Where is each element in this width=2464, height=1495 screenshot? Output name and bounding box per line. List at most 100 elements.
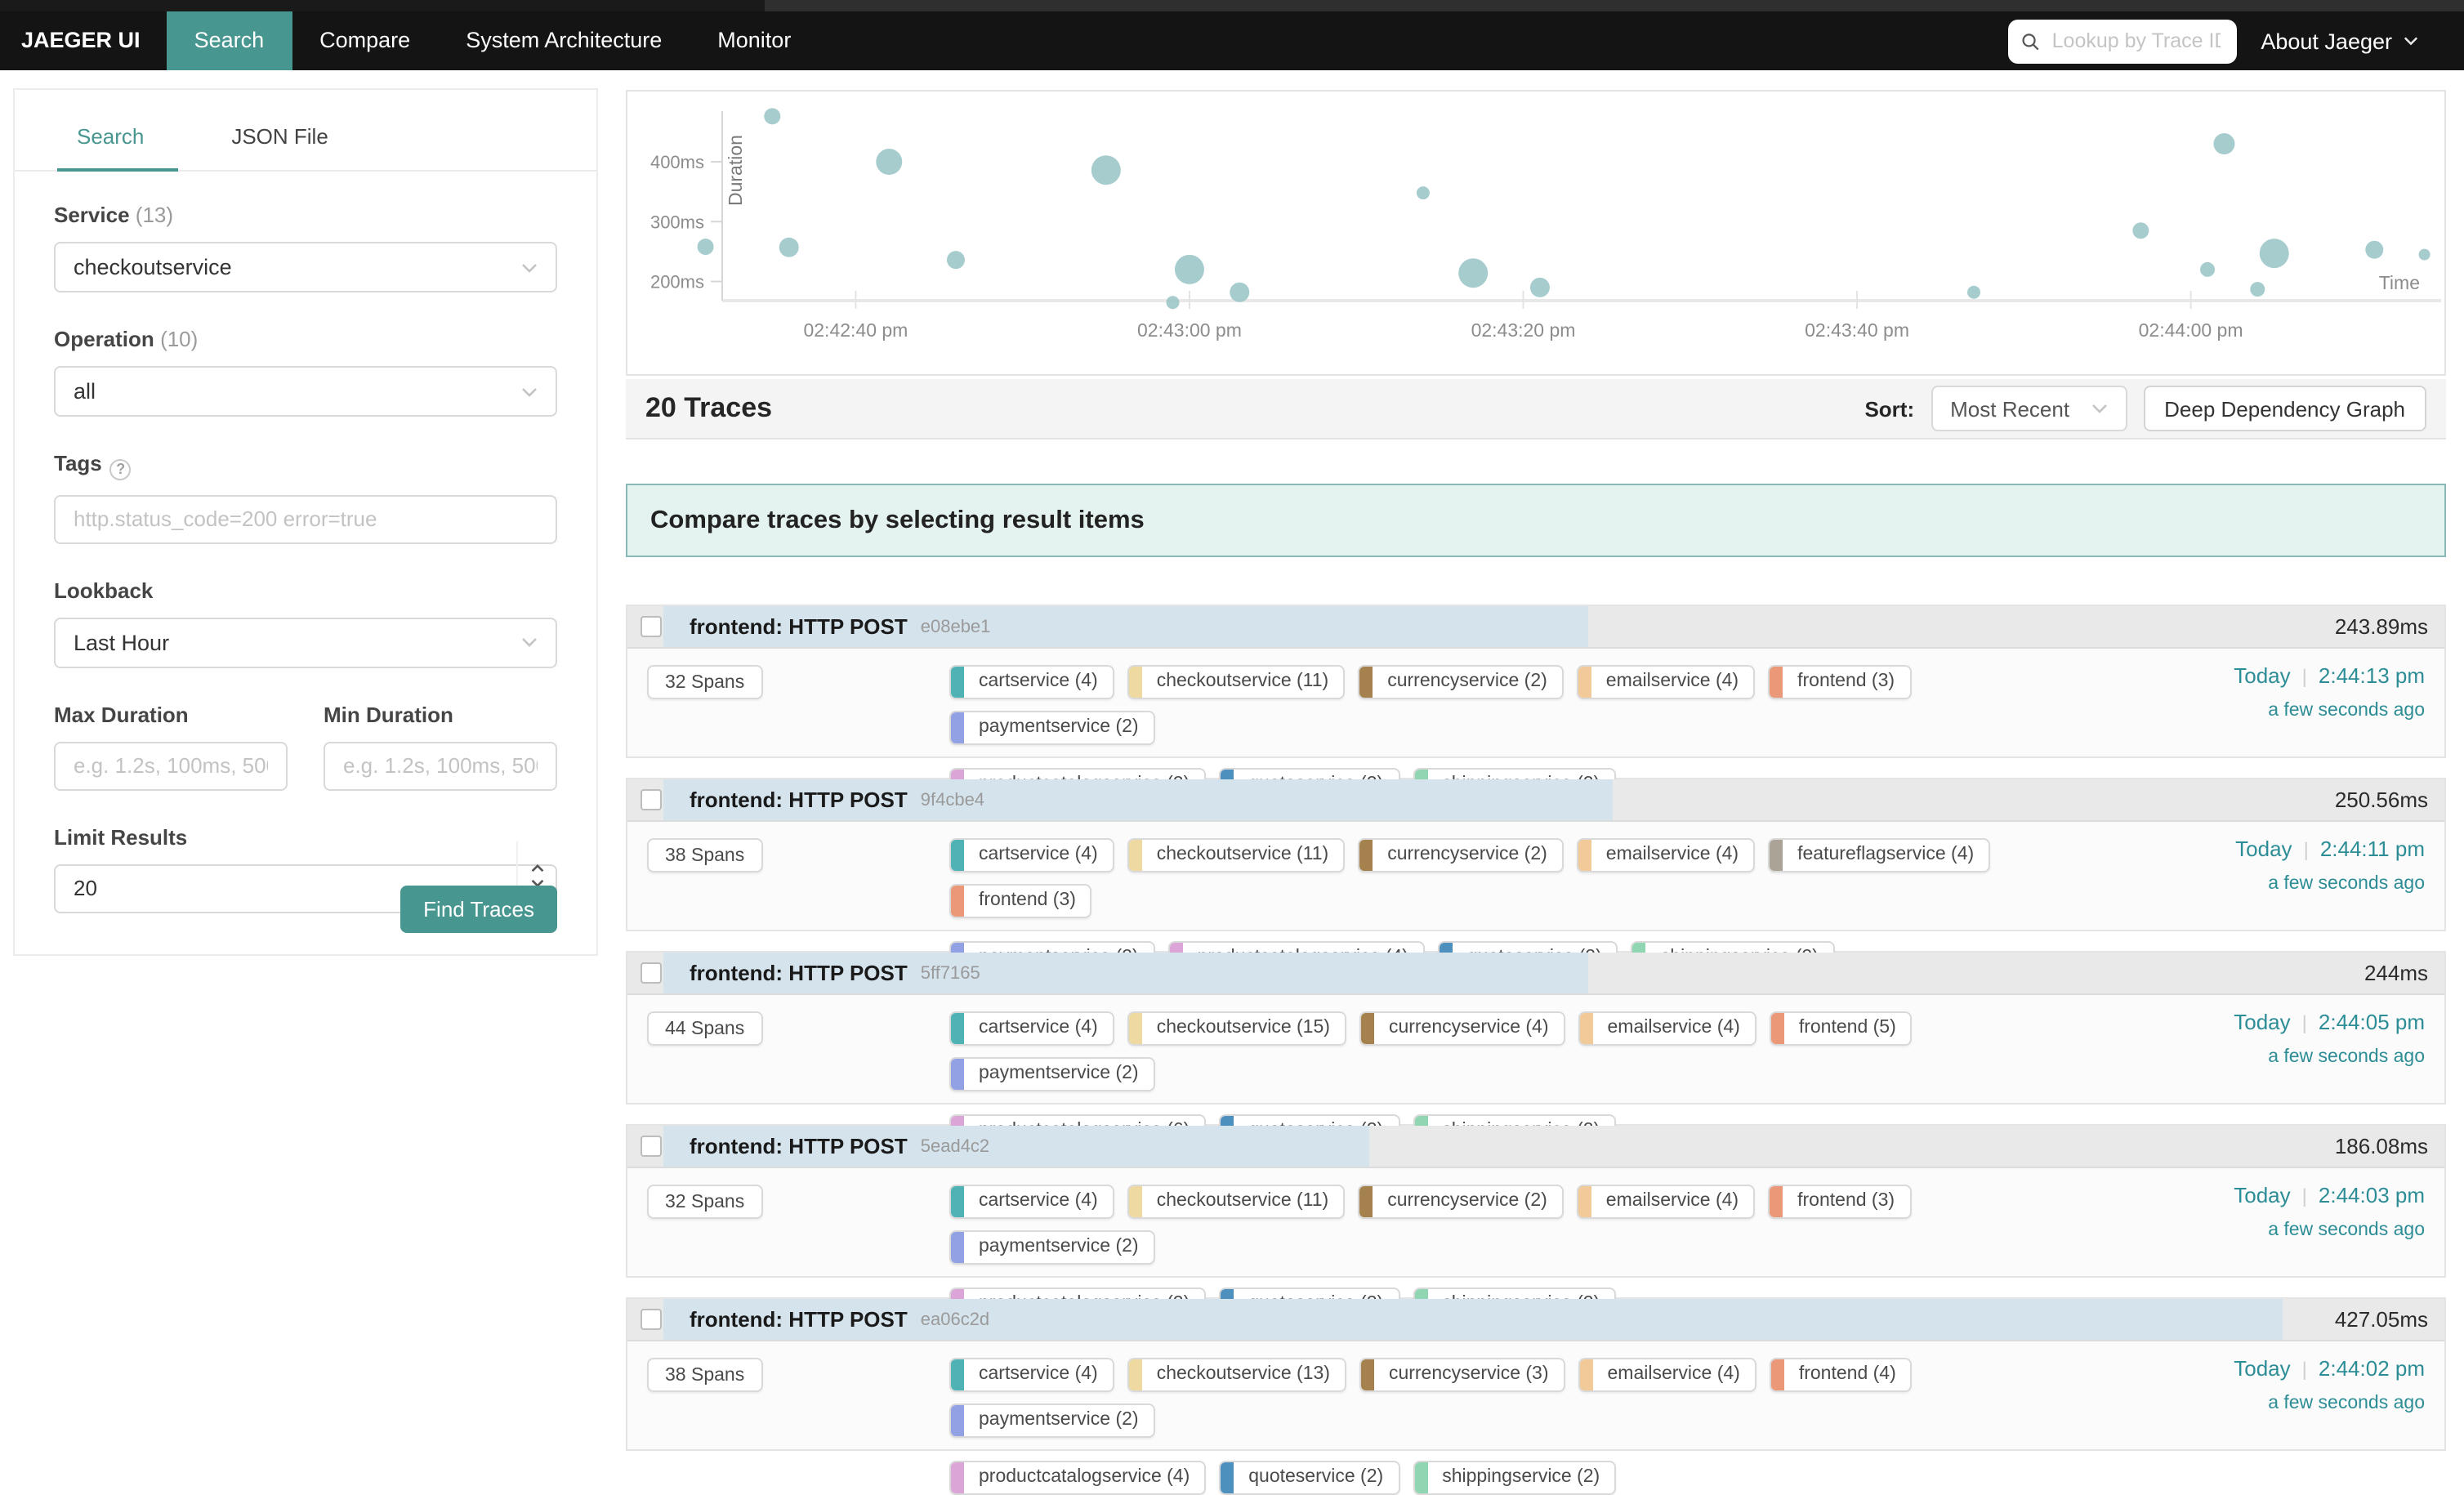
- service-tag-label: cartservice (4): [964, 1186, 1113, 1217]
- svg-text:400ms: 400ms: [650, 152, 704, 172]
- service-tag-checkoutservice: checkoutservice (11): [1127, 838, 1346, 872]
- search-icon: [2020, 30, 2038, 51]
- nav-item-compare[interactable]: Compare: [292, 11, 438, 70]
- service-tag-label: cartservice (4): [964, 840, 1113, 871]
- search-sidebar: Search JSON File Service (13) checkoutse…: [13, 88, 598, 956]
- service-tag-label: frontend (3): [1783, 667, 1909, 698]
- trace-select-checkbox[interactable]: [641, 1136, 662, 1157]
- trace-select-checkbox[interactable]: [641, 1309, 662, 1330]
- app-brand[interactable]: JAEGER UI: [0, 11, 167, 70]
- trace-card-header: frontend: HTTP POST 5ff7165 244ms: [627, 953, 2444, 993]
- trace-duration: 186.08ms: [2335, 1126, 2428, 1167]
- trace-title-group: frontend: HTTP POST ea06c2d: [690, 1299, 989, 1340]
- chevron-down-icon: [2091, 404, 2107, 413]
- service-color-swatch: [951, 1232, 964, 1263]
- trace-timestamp: Today|2:44:11 pm a few seconds ago: [2235, 837, 2425, 894]
- service-tag-label: paymentservice (2): [964, 712, 1154, 743]
- service-color-swatch: [1580, 1359, 1593, 1390]
- tags-field: Tags?: [54, 451, 557, 543]
- trace-card-body: 38 Spans cartservice (4)checkoutservice …: [627, 1340, 2444, 1449]
- datetime-separator: |: [2302, 665, 2307, 688]
- tab-json-file[interactable]: JSON File: [231, 124, 328, 149]
- service-tag-label: emailservice (4): [1591, 1186, 1753, 1217]
- trace-duration: 244ms: [2364, 953, 2428, 993]
- trace-card[interactable]: frontend: HTTP POST 5ff7165 244ms 44 Spa…: [626, 951, 2446, 1105]
- chevron-down-icon: [521, 386, 538, 396]
- trace-datetime: Today|2:44:03 pm: [2234, 1183, 2425, 1207]
- trace-lookup-input[interactable]: [2049, 28, 2224, 54]
- trace-card[interactable]: frontend: HTTP POST ea06c2d 427.05ms 38 …: [626, 1297, 2446, 1451]
- datetime-separator: |: [2304, 838, 2309, 861]
- svg-text:02:43:20 pm: 02:43:20 pm: [1471, 319, 1576, 341]
- service-color-swatch: [1359, 840, 1373, 871]
- service-tag-frontend: frontend (4): [1770, 1358, 1913, 1392]
- max-duration-input[interactable]: [54, 741, 288, 790]
- svg-text:02:42:40 pm: 02:42:40 pm: [803, 319, 908, 341]
- service-label: Service (13): [54, 203, 557, 227]
- deep-dependency-graph-button[interactable]: Deep Dependency Graph: [2143, 386, 2426, 431]
- tab-search[interactable]: Search: [77, 124, 144, 149]
- service-tag-label: checkoutservice (11): [1142, 840, 1344, 871]
- trace-card[interactable]: frontend: HTTP POST 9f4cbe4 250.56ms 38 …: [626, 778, 2446, 931]
- service-tag-featureflagservice: featureflagservice (4): [1768, 838, 1990, 872]
- service-tag-cartservice: cartservice (4): [949, 1011, 1114, 1046]
- help-icon[interactable]: ?: [110, 458, 132, 480]
- sort-select[interactable]: Most Recent: [1931, 386, 2127, 431]
- trace-id: 5ead4c2: [921, 1136, 989, 1156]
- service-tag-label: emailservice (4): [1593, 1359, 1755, 1390]
- trace-date: Today: [2234, 663, 2290, 688]
- service-tag-label: frontend (4): [1784, 1359, 1911, 1390]
- service-tag-cartservice: cartservice (4): [949, 1185, 1114, 1219]
- service-tag-label: currencyservice (4): [1374, 1013, 1564, 1044]
- operation-select[interactable]: all: [54, 366, 557, 417]
- service-tag-productcatalogservice: productcatalogservice (4): [949, 1461, 1206, 1495]
- service-tag-label: emailservice (4): [1591, 840, 1753, 871]
- svg-text:02:44:00 pm: 02:44:00 pm: [2139, 319, 2243, 341]
- service-color-swatch: [951, 1405, 964, 1436]
- service-tags: cartservice (4)checkoutservice (13)curre…: [949, 1358, 2101, 1495]
- service-select[interactable]: checkoutservice: [54, 242, 557, 292]
- datetime-separator: |: [2302, 1185, 2307, 1207]
- lookback-select-value: Last Hour: [74, 630, 169, 654]
- service-tag-emailservice: emailservice (4): [1578, 1011, 1756, 1046]
- service-tag-frontend: frontend (5): [1770, 1011, 1913, 1046]
- service-tag-checkoutservice: checkoutservice (13): [1127, 1358, 1346, 1392]
- trace-relative-time: a few seconds ago: [2234, 1221, 2425, 1240]
- service-tag-label: paymentservice (2): [964, 1232, 1154, 1263]
- results-header: 20 Traces Sort: Most Recent Deep Depende…: [626, 379, 2446, 440]
- about-jaeger-menu[interactable]: About Jaeger: [2261, 29, 2418, 53]
- tags-input[interactable]: [54, 494, 557, 543]
- trace-select-checkbox[interactable]: [641, 962, 662, 984]
- tags-label: Tags?: [54, 451, 557, 480]
- trace-card-header: frontend: HTTP POST 5ead4c2 186.08ms: [627, 1126, 2444, 1167]
- trace-title: frontend: HTTP POST: [690, 961, 908, 985]
- service-color-swatch: [1129, 667, 1142, 698]
- service-color-swatch: [1770, 667, 1783, 698]
- service-tag-paymentservice: paymentservice (2): [949, 1404, 1155, 1438]
- service-tag-checkoutservice: checkoutservice (15): [1127, 1011, 1346, 1046]
- nav-item-system-architecture[interactable]: System Architecture: [438, 11, 690, 70]
- trace-card[interactable]: frontend: HTTP POST 5ead4c2 186.08ms 32 …: [626, 1124, 2446, 1278]
- service-tag-label: frontend (3): [964, 886, 1091, 917]
- chevron-down-icon: [521, 637, 538, 647]
- trace-date: Today: [2234, 1183, 2290, 1207]
- service-tag-label: currencyservice (2): [1373, 1186, 1562, 1217]
- trace-card[interactable]: frontend: HTTP POST e08ebe1 243.89ms 32 …: [626, 605, 2446, 758]
- find-traces-button[interactable]: Find Traces: [400, 886, 557, 933]
- scatter-plot[interactable]: 400ms300ms200ms02:42:40 pm02:43:00 pm02:…: [627, 91, 2444, 374]
- trace-select-checkbox[interactable]: [641, 616, 662, 637]
- service-tag-emailservice: emailservice (4): [1577, 1185, 1755, 1219]
- min-duration-input[interactable]: [324, 741, 557, 790]
- nav-item-search[interactable]: Search: [167, 11, 292, 70]
- service-tag-label: currencyservice (2): [1373, 840, 1562, 871]
- trace-select-checkbox[interactable]: [641, 789, 662, 810]
- chevron-down-icon: [521, 262, 538, 272]
- svg-text:300ms: 300ms: [650, 212, 704, 232]
- lookback-select[interactable]: Last Hour: [54, 617, 557, 667]
- app-root: JAEGER UI SearchCompareSystem Architectu…: [0, 0, 2464, 1412]
- service-tag-label: checkoutservice (15): [1142, 1013, 1345, 1044]
- nav-item-monitor[interactable]: Monitor: [690, 11, 819, 70]
- trace-timestamp: Today|2:44:02 pm a few seconds ago: [2234, 1356, 2425, 1413]
- service-tag-label: emailservice (4): [1591, 667, 1753, 698]
- service-tag-quoteservice: quoteservice (2): [1219, 1461, 1399, 1495]
